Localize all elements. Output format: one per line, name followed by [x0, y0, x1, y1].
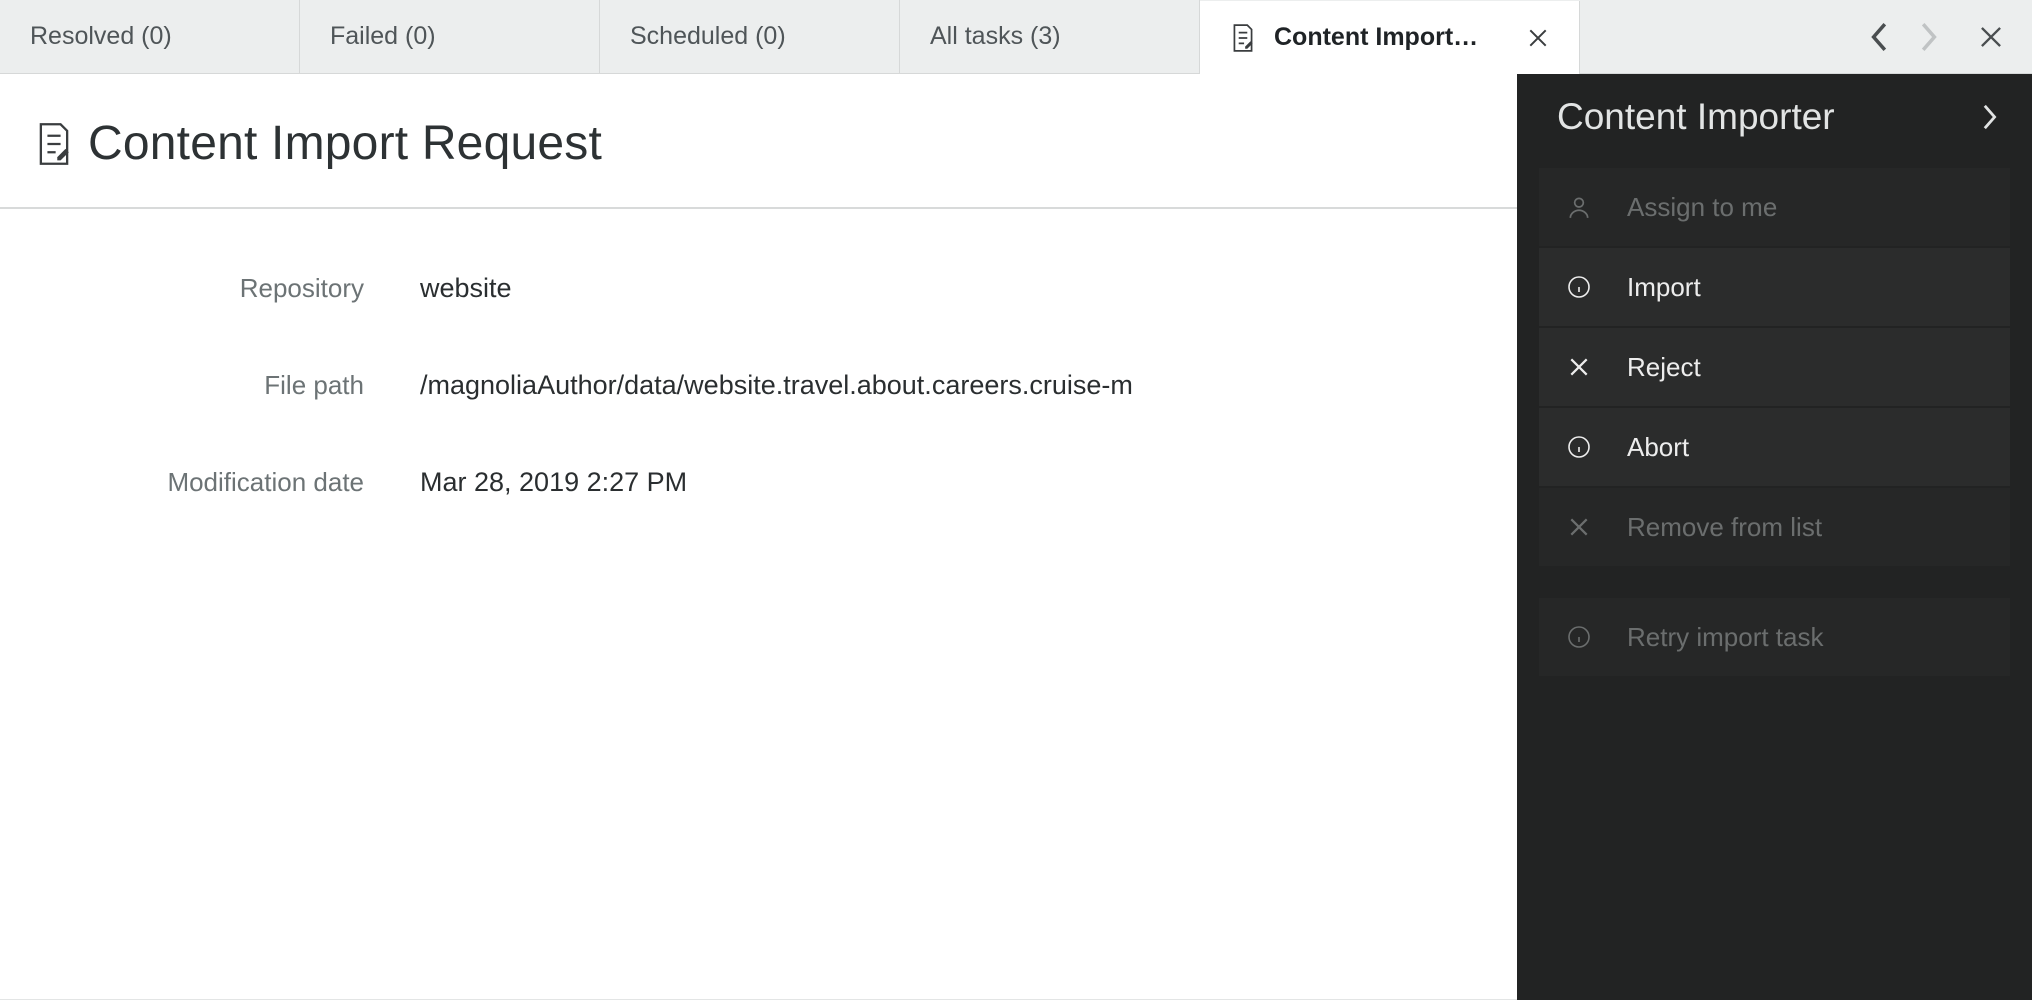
- filepath-value: /magnoliaAuthor/data/website.travel.abou…: [420, 370, 1133, 401]
- action-reject[interactable]: Reject: [1539, 328, 2010, 406]
- info-icon: [1565, 625, 1593, 649]
- tab-strip: Resolved (0) Failed (0) Scheduled (0) Al…: [0, 0, 2032, 74]
- tab-label: Content Import Re...: [1274, 23, 1484, 52]
- document-edit-icon: [34, 121, 74, 167]
- close-icon: [1565, 516, 1593, 538]
- tab-content-import-request[interactable]: Content Import Re...: [1200, 1, 1580, 74]
- action-label: Retry import task: [1627, 622, 1824, 653]
- user-icon: [1565, 194, 1593, 220]
- action-remove-from-list[interactable]: Remove from list: [1539, 488, 2010, 566]
- detail-row-filepath: File path /magnoliaAuthor/data/website.t…: [0, 352, 1517, 449]
- tab-alltasks[interactable]: All tasks (3): [900, 0, 1200, 73]
- action-label: Abort: [1627, 432, 1689, 463]
- tab-label: Scheduled (0): [630, 22, 786, 51]
- moddate-value: Mar 28, 2019 2:27 PM: [420, 467, 687, 498]
- action-label: Assign to me: [1627, 192, 1777, 223]
- chevron-right-icon[interactable]: [1980, 103, 1998, 131]
- page-title: Content Import Request: [88, 116, 602, 171]
- next-icon[interactable]: [1918, 21, 1938, 53]
- tab-resolved[interactable]: Resolved (0): [0, 0, 300, 73]
- tab-failed[interactable]: Failed (0): [300, 0, 600, 73]
- action-abort[interactable]: Abort: [1539, 408, 2010, 486]
- tab-label: All tasks (3): [930, 22, 1061, 51]
- close-icon: [1565, 356, 1593, 378]
- filepath-label: File path: [0, 370, 420, 401]
- content-area: Content Import Request Repository websit…: [0, 74, 1517, 1000]
- detail-row-moddate: Modification date Mar 28, 2019 2:27 PM: [0, 449, 1517, 546]
- info-icon: [1565, 275, 1593, 299]
- action-label: Remove from list: [1627, 512, 1822, 543]
- tab-label: Failed (0): [330, 22, 436, 51]
- repository-value: website: [420, 273, 512, 304]
- close-icon[interactable]: [1527, 27, 1549, 49]
- detail-row-repository: Repository website: [0, 255, 1517, 352]
- prev-icon[interactable]: [1870, 21, 1890, 53]
- tab-scheduled[interactable]: Scheduled (0): [600, 0, 900, 73]
- close-panel-icon[interactable]: [1978, 24, 2004, 50]
- moddate-label: Modification date: [0, 467, 420, 498]
- repository-label: Repository: [0, 273, 420, 304]
- side-panel: Content Importer Assign to me: [1517, 74, 2032, 1000]
- action-import[interactable]: Import: [1539, 248, 2010, 326]
- action-assign-to-me[interactable]: Assign to me: [1539, 168, 2010, 246]
- sidepanel-title: Content Importer: [1557, 96, 1835, 138]
- tab-label: Resolved (0): [30, 22, 172, 51]
- info-icon: [1565, 435, 1593, 459]
- action-retry-import[interactable]: Retry import task: [1539, 598, 2010, 676]
- document-edit-icon: [1230, 23, 1256, 53]
- action-label: Reject: [1627, 352, 1701, 383]
- action-label: Import: [1627, 272, 1701, 303]
